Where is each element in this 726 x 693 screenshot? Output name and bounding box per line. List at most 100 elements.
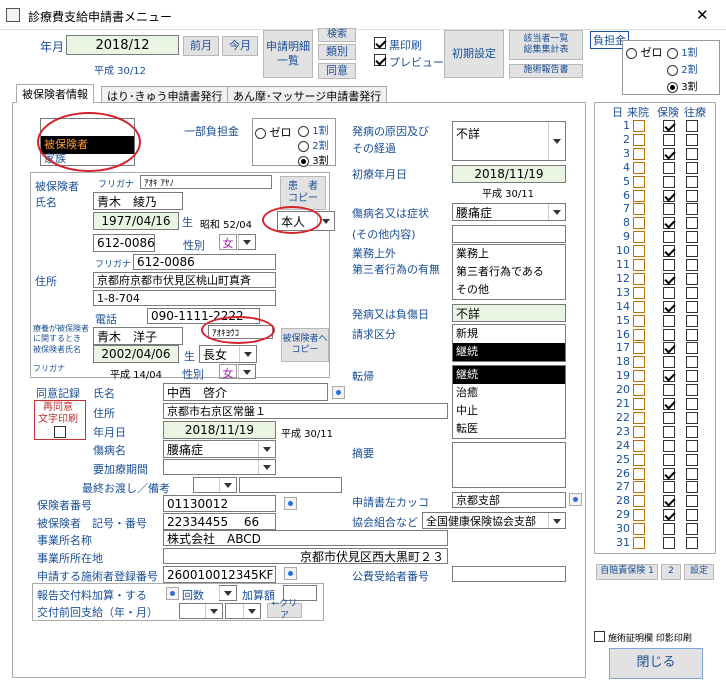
summary-input[interactable] <box>452 442 566 488</box>
print-detail-button[interactable]: 申請明細 一覧 <box>263 30 313 78</box>
business-list[interactable]: 業務上 第三者行為である その他 <box>452 244 566 300</box>
report2-button[interactable]: 施術報告書 <box>509 64 583 78</box>
insured-checkbox[interactable] <box>663 272 675 285</box>
insured-checkbox[interactable] <box>663 495 675 508</box>
visit-checkbox[interactable] <box>633 495 645 508</box>
home-visit-checkbox[interactable] <box>686 384 698 397</box>
insured-checkbox[interactable] <box>663 120 675 132</box>
fee-button[interactable] <box>166 587 179 600</box>
home-visit-checkbox[interactable] <box>686 398 698 410</box>
home-visit-checkbox[interactable] <box>686 370 698 383</box>
cause-select[interactable]: 不詳 <box>452 121 566 161</box>
list-item[interactable]: 転医 <box>453 420 565 438</box>
visit-checkbox[interactable] <box>633 300 645 313</box>
visit-checkbox[interactable] <box>633 523 645 536</box>
visit-checkbox[interactable] <box>633 217 645 230</box>
burden-3[interactable]: 3割 <box>298 152 329 167</box>
address2-input[interactable]: 1-8-704 <box>93 290 276 306</box>
insured-checkbox[interactable] <box>663 453 675 466</box>
consent-button[interactable]: 同意 <box>318 63 356 79</box>
other-name-input[interactable]: 青木 洋子 <box>93 327 183 345</box>
insured-checkbox[interactable] <box>663 523 675 536</box>
insured-checkbox[interactable] <box>663 175 675 188</box>
visit-checkbox[interactable] <box>633 133 645 146</box>
tab-insured-info[interactable]: 被保険者情報 <box>16 84 94 103</box>
insured-checkbox[interactable] <box>663 328 675 341</box>
insured-checkbox[interactable] <box>663 161 675 174</box>
outcome-list[interactable]: 継続 治癒 中止 転医 <box>452 365 566 439</box>
burden-1[interactable]: 1割 <box>298 122 329 137</box>
init-settings-button[interactable]: 初期設定 <box>444 30 504 78</box>
last-handover-input[interactable] <box>239 477 342 493</box>
insured-btn1[interactable]: 自賠責保険 1 <box>596 564 658 580</box>
visit-checkbox[interactable] <box>633 439 645 452</box>
visit-checkbox[interactable] <box>633 411 645 424</box>
postal-input[interactable]: 612-0086 <box>93 234 155 252</box>
visit-checkbox[interactable] <box>633 356 645 369</box>
consent-date-input[interactable]: 2018/11/19 <box>163 421 276 439</box>
home-visit-checkbox[interactable] <box>686 259 698 271</box>
burden-zero[interactable]: ゼロ <box>255 124 292 140</box>
home-visit-checkbox[interactable] <box>686 425 698 438</box>
home-visit-checkbox[interactable] <box>686 161 698 174</box>
insured-btn2[interactable]: 2 <box>661 564 681 580</box>
burden-1-radio[interactable] <box>298 125 309 137</box>
home-visit-checkbox[interactable] <box>686 537 698 549</box>
birth-input[interactable]: 1977/04/16 <box>93 212 179 230</box>
insurer-number-input[interactable]: 01130012 <box>163 495 276 512</box>
insurer-number-button[interactable] <box>284 497 297 510</box>
visit-checkbox[interactable] <box>633 147 645 160</box>
home-visit-checkbox[interactable] <box>686 439 698 452</box>
burden-2[interactable]: 2割 <box>298 137 329 152</box>
reg-button[interactable] <box>284 567 297 580</box>
burden-top-1-radio[interactable] <box>667 47 678 59</box>
home-visit-checkbox[interactable] <box>686 245 698 258</box>
home-visit-checkbox[interactable] <box>686 189 698 202</box>
insured-checkbox[interactable] <box>663 370 675 383</box>
last-handover-select[interactable] <box>193 477 237 493</box>
burden-zero-radio[interactable] <box>255 127 266 139</box>
visit-checkbox[interactable] <box>633 467 645 480</box>
home-visit-checkbox[interactable] <box>686 147 698 160</box>
consent-address-input[interactable]: 京都市右京区常盤１ <box>163 403 448 419</box>
report1-button[interactable]: 該当者一覧 総集集計表 <box>509 30 583 60</box>
consent-disease-select[interactable]: 腰痛症 <box>163 440 276 458</box>
visit-checkbox[interactable] <box>633 509 645 522</box>
preview-checkbox[interactable] <box>374 54 386 66</box>
visit-checkbox[interactable] <box>633 120 645 132</box>
list-item[interactable]: 中止 <box>453 402 565 420</box>
insured-checkbox[interactable] <box>663 481 675 494</box>
visit-checkbox[interactable] <box>633 453 645 466</box>
visit-checkbox[interactable] <box>633 328 645 341</box>
list-item[interactable]: 継続 <box>453 366 565 384</box>
name-input[interactable]: 青木 綾乃 <box>93 192 183 210</box>
home-visit-checkbox[interactable] <box>686 523 698 536</box>
insured-checkbox[interactable] <box>663 300 675 313</box>
insured-checkbox[interactable] <box>663 231 675 244</box>
burden-top-3[interactable]: 3割 <box>667 78 698 93</box>
disease-select[interactable]: 腰痛症 <box>452 203 566 221</box>
visit-checkbox[interactable] <box>633 175 645 188</box>
tab-acupuncture[interactable]: はり･きゅう申請書発行 <box>101 86 229 103</box>
insured-checkbox[interactable] <box>663 439 675 452</box>
furigana-input[interactable]: ｱｵｷ ｱﾔﾉ <box>140 175 272 189</box>
insured-checkbox[interactable] <box>663 314 675 327</box>
visit-checkbox[interactable] <box>633 398 645 410</box>
list-item[interactable]: 継続 <box>453 343 565 361</box>
prev-month-button[interactable]: 前月 <box>183 36 219 56</box>
postal2-input[interactable]: 612-0086 <box>133 254 276 270</box>
home-visit-checkbox[interactable] <box>686 133 698 146</box>
this-month-button[interactable]: 今月 <box>222 36 258 56</box>
prev-month-select[interactable] <box>225 603 261 619</box>
burden-top-2-radio[interactable] <box>667 64 678 76</box>
insured-checkbox[interactable] <box>663 203 675 216</box>
search-button[interactable]: 検索 <box>318 28 356 42</box>
settings-button[interactable]: 設定 <box>684 564 714 580</box>
burden-3-radio[interactable] <box>298 155 309 167</box>
insured-checkbox[interactable] <box>663 384 675 397</box>
cert-checkbox[interactable] <box>594 631 605 642</box>
category-button[interactable]: 類別 <box>318 44 356 60</box>
insured-checkbox[interactable] <box>663 217 675 230</box>
home-visit-checkbox[interactable] <box>686 495 698 508</box>
insured-checkbox[interactable] <box>663 147 675 160</box>
